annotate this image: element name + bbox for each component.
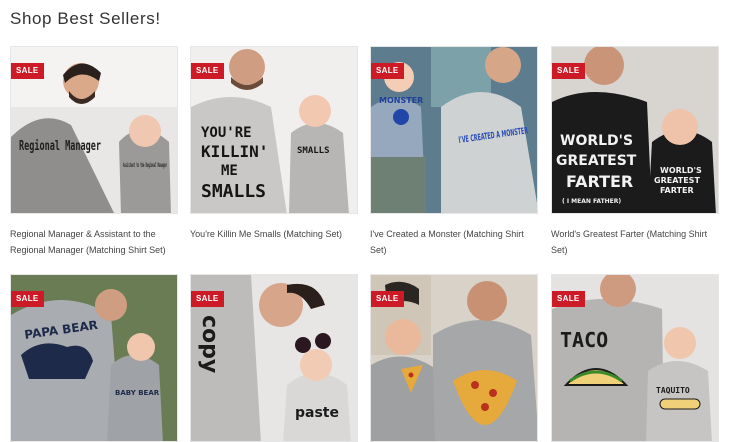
- product-card-created-a-monster[interactable]: I'VE CREATED A MONSTER MONSTER SALE I've…: [370, 46, 538, 258]
- shirt-print-baby-line: FARTER: [660, 186, 694, 195]
- product-image[interactable]: TACO TAQUITO SALE: [551, 274, 719, 442]
- shirt-print-adult-line: WORLD'S: [560, 133, 633, 149]
- product-title-link[interactable]: Regional Manager & Assistant to the Regi…: [10, 226, 178, 258]
- product-card-killin-me-smalls[interactable]: YOU'RE KILLIN' ME SMALLS SMALLS SALE You…: [190, 46, 358, 242]
- sale-badge: SALE: [191, 63, 224, 79]
- product-image[interactable]: SALE: [370, 274, 538, 442]
- sale-badge: SALE: [552, 291, 585, 307]
- sale-badge: SALE: [191, 291, 224, 307]
- sale-badge: SALE: [371, 291, 404, 307]
- shirt-print-adult-line: ( I MEAN FATHER): [562, 198, 621, 205]
- shirt-print-baby-line: GREATEST: [654, 176, 700, 185]
- product-image[interactable]: Regional Manager Assistant to the Region…: [10, 46, 178, 214]
- shirt-print-adult: copy: [197, 315, 222, 373]
- shirt-print-baby: Assistant to the Regional Manager: [123, 162, 167, 169]
- product-card-pizza-set[interactable]: SALE: [370, 274, 538, 442]
- shirt-print-adult-line: GREATEST: [556, 153, 637, 169]
- product-image[interactable]: PAPA BEAR BABY BEAR SALE: [10, 274, 178, 442]
- shirt-print-adult-line: ME: [221, 163, 238, 179]
- product-image[interactable]: WORLD'S GREATEST FARTER ( I MEAN FATHER)…: [551, 46, 719, 214]
- shirt-print-baby: BABY BEAR: [115, 389, 160, 397]
- product-image[interactable]: YOU'RE KILLIN' ME SMALLS SMALLS SALE: [190, 46, 358, 214]
- shirt-print-adult-line: SMALLS: [201, 181, 266, 202]
- section-title: Shop Best Sellers!: [10, 9, 161, 28]
- sale-badge: SALE: [11, 63, 44, 79]
- product-card-papa-bear[interactable]: PAPA BEAR BABY BEAR SALE: [10, 274, 178, 442]
- shirt-print-adult: TACO: [560, 328, 608, 352]
- shirt-print-baby: paste: [295, 405, 339, 421]
- shirt-print-adult-line: FARTER: [566, 172, 633, 191]
- product-card-regional-manager[interactable]: Regional Manager Assistant to the Region…: [10, 46, 178, 258]
- shirt-print-adult-line: YOU'RE: [201, 125, 252, 141]
- shirt-print-baby: SMALLS: [297, 146, 330, 156]
- shirt-print-baby: TAQUITO: [656, 386, 690, 395]
- sale-badge: SALE: [11, 291, 44, 307]
- sale-badge: SALE: [371, 63, 404, 79]
- shirt-print-baby-line: WORLD'S: [660, 166, 702, 175]
- product-image[interactable]: I'VE CREATED A MONSTER MONSTER SALE: [370, 46, 538, 214]
- shirt-print-adult-line: KILLIN': [201, 142, 268, 161]
- product-image[interactable]: copy paste SALE: [190, 274, 358, 442]
- product-title-link[interactable]: You're Killin Me Smalls (Matching Set): [190, 226, 358, 242]
- product-card-copy-paste[interactable]: copy paste SALE: [190, 274, 358, 442]
- product-card-worlds-greatest-farter[interactable]: WORLD'S GREATEST FARTER ( I MEAN FATHER)…: [551, 46, 719, 258]
- shirt-print-adult: Regional Manager: [19, 139, 101, 154]
- shirt-print-baby: MONSTER: [379, 96, 423, 105]
- sale-badge: SALE: [552, 63, 585, 79]
- product-title-link[interactable]: I've Created a Monster (Matching Shirt S…: [370, 226, 538, 258]
- product-card-taco-taquito[interactable]: TACO TAQUITO SALE: [551, 274, 719, 442]
- product-title-link[interactable]: World's Greatest Farter (Matching Shirt …: [551, 226, 719, 258]
